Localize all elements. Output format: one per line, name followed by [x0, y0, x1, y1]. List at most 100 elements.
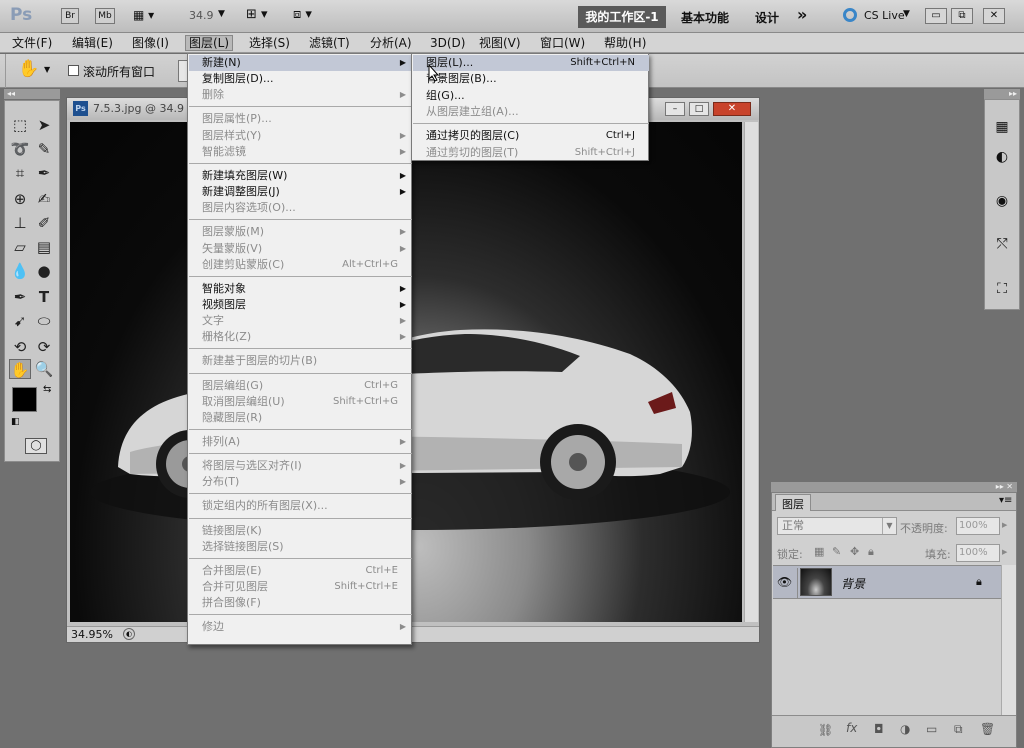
type-tool-icon[interactable]: T — [33, 287, 55, 307]
adjustments-panel-icon[interactable]: ◐ — [992, 147, 1012, 167]
swap-colors-icon[interactable]: ⇆ — [43, 384, 51, 395]
doc-minimize-button[interactable]: – — [665, 102, 685, 116]
fill-input[interactable]: 100% — [956, 544, 1000, 562]
paths-panel-icon[interactable]: ⤲ — [992, 234, 1012, 254]
toolbox-collapse-bar[interactable]: ◂◂ — [4, 89, 60, 99]
opacity-input[interactable]: 100% — [956, 517, 1000, 535]
fill-dropdown-icon[interactable]: ▶ — [1002, 548, 1007, 556]
move-tool-icon[interactable]: ➤ — [33, 115, 55, 135]
menu1-item[interactable]: 视频图层 ▶ — [189, 297, 412, 313]
gradient-tool-icon[interactable]: ▤ — [33, 237, 55, 257]
hand-tool-preset-icon[interactable]: ✋ — [18, 59, 39, 79]
workspace-my-1[interactable]: 我的工作区-1 — [578, 6, 666, 28]
status-info-icon[interactable]: ◐ — [123, 628, 135, 640]
menu-edit[interactable]: 编辑(E) — [69, 35, 116, 51]
quick-mask-icon[interactable]: ◯ — [25, 438, 47, 454]
eraser-tool-icon[interactable]: ▱ — [9, 237, 31, 257]
minimize-button[interactable]: ▭ — [925, 8, 947, 24]
pen-tool-icon[interactable]: ✒ — [9, 287, 31, 307]
layers-scrollbar[interactable] — [1001, 565, 1016, 715]
blend-dropdown-icon[interactable]: ▼ — [882, 518, 896, 534]
menu2-item[interactable]: 背景图层(B)... — [413, 71, 649, 87]
scroll-all-windows-checkbox[interactable] — [68, 65, 79, 76]
menu1-item[interactable]: 复制图层(D)... — [189, 71, 412, 87]
new-layer-icon[interactable]: ⧉ — [954, 722, 963, 737]
panel-menu-icon[interactable]: ▾≡ — [999, 495, 1012, 506]
blur-tool-icon[interactable]: 💧 — [9, 261, 31, 281]
menu1-item[interactable]: 智能对象 ▶ — [189, 281, 412, 297]
mini-bridge-button[interactable]: Mb — [95, 8, 115, 24]
lock-position-icon[interactable]: ✥ — [850, 545, 859, 558]
adjustment-layer-icon[interactable]: ◑ — [900, 722, 910, 736]
restore-button[interactable]: ⧉ — [951, 8, 973, 24]
quick-select-tool-icon[interactable]: ✎ — [33, 139, 55, 159]
history-brush-tool-icon[interactable]: ✐ — [33, 213, 55, 233]
opacity-dropdown-icon[interactable]: ▶ — [1002, 521, 1007, 529]
eyedropper-tool-icon[interactable]: ✒ — [33, 163, 55, 183]
delete-layer-icon[interactable]: 🗑︎ — [980, 722, 995, 736]
menu-window[interactable]: 窗口(W) — [537, 35, 588, 51]
more-workspaces-button[interactable]: » — [797, 5, 807, 24]
doc-close-button[interactable]: ✕ — [713, 102, 751, 116]
zoom-level[interactable]: 34.9 — [189, 9, 214, 22]
menu-view[interactable]: 视图(V) — [476, 35, 524, 51]
bridge-button[interactable]: Br — [61, 8, 79, 24]
3d-rotate-tool-icon[interactable]: ⟲ — [9, 337, 31, 357]
3d-orbit-tool-icon[interactable]: ⟳ — [33, 337, 55, 357]
menu1-item[interactable]: 新建调整图层(J) ▶ — [189, 184, 412, 200]
options-grip[interactable] — [0, 54, 6, 88]
dodge-tool-icon[interactable]: ● — [33, 261, 55, 281]
transform-panel-icon[interactable]: ⛶ — [992, 279, 1012, 299]
layer-name[interactable]: 背景 — [841, 575, 865, 592]
zoom-dropdown-icon[interactable]: ▼ — [218, 9, 225, 19]
new-group-icon[interactable]: ▭ — [926, 722, 937, 736]
add-mask-icon[interactable]: ◘ — [874, 722, 884, 736]
arrange-documents-icon[interactable]: ⊞ ▾ — [246, 7, 268, 22]
menu-analysis[interactable]: 分析(A) — [367, 35, 415, 51]
menu-image[interactable]: 图像(I) — [129, 35, 172, 51]
lock-transparent-icon[interactable]: ▦ — [814, 545, 824, 558]
menu-filter[interactable]: 滤镜(T) — [306, 35, 353, 51]
brush-tool-icon[interactable]: ✍ — [33, 189, 55, 209]
cs-live-menu[interactable]: CS Live — [864, 9, 905, 22]
visibility-eye-icon[interactable]: 👁︎ — [777, 575, 792, 589]
hand-tool-icon[interactable]: ✋ — [9, 359, 31, 379]
menu-file[interactable]: 文件(F) — [9, 35, 55, 51]
menu2-item[interactable]: 组(G)... — [413, 88, 649, 104]
link-layers-icon[interactable]: ⛓ — [818, 723, 833, 737]
ellipse-tool-icon[interactable]: ⬭ — [33, 311, 55, 331]
menu1-item[interactable]: 新建填充图层(W) ▶ — [189, 168, 412, 184]
menu-3d[interactable]: 3D(D) — [427, 35, 468, 51]
layer-style-icon[interactable]: fx — [846, 721, 857, 735]
workspace-design[interactable]: 设计 — [755, 9, 779, 26]
menu-layer[interactable]: 图层(L) — [185, 35, 234, 51]
menu2-item[interactable]: 图层(L)... Shift+Ctrl+N — [413, 55, 649, 71]
menu2-item[interactable]: 通过拷贝的图层(C) Ctrl+J — [413, 128, 649, 144]
swatches-panel-icon[interactable]: ▦ — [992, 117, 1012, 137]
preset-dropdown-icon[interactable]: ▼ — [44, 65, 50, 74]
doc-maximize-button[interactable]: □ — [689, 102, 709, 116]
lock-pixels-icon[interactable]: ✎ — [832, 545, 841, 558]
cs-live-dropdown-icon[interactable]: ▼ — [903, 9, 910, 19]
vertical-scrollbar[interactable] — [744, 122, 758, 622]
zoom-tool-icon[interactable]: 🔍 — [33, 359, 55, 379]
spot-healing-tool-icon[interactable]: ⊕ — [9, 189, 31, 209]
workspace-essentials[interactable]: 基本功能 — [681, 9, 729, 26]
screen-mode-icon[interactable]: ⧈ ▾ — [293, 7, 312, 22]
clone-stamp-tool-icon[interactable]: ⊥ — [9, 213, 31, 233]
path-select-tool-icon[interactable]: ➹ — [9, 311, 31, 331]
default-colors-icon[interactable]: ◧ — [11, 417, 20, 427]
blend-mode-select[interactable]: 正常 ▼ — [777, 517, 897, 535]
status-zoom[interactable]: 34.95% — [71, 628, 113, 641]
menu1-item[interactable]: 新建(N) ▶ — [189, 55, 412, 71]
menu-select[interactable]: 选择(S) — [246, 35, 293, 51]
foreground-color-swatch[interactable] — [12, 387, 37, 412]
marquee-tool-icon[interactable]: ⬚ — [9, 115, 31, 135]
right-panels-collapse-bar[interactable]: ▸▸ — [984, 89, 1020, 99]
view-extras-dropdown[interactable]: ▦ ▾ — [133, 8, 165, 24]
layers-tab[interactable]: 图层 — [775, 494, 811, 511]
lock-all-icon[interactable]: 🔒︎ — [868, 545, 874, 559]
menu-help[interactable]: 帮助(H) — [601, 35, 649, 51]
layer-row-background[interactable]: 👁︎ 背景 🔒︎ — [773, 565, 1001, 599]
crop-tool-icon[interactable]: ⌗ — [9, 163, 31, 183]
